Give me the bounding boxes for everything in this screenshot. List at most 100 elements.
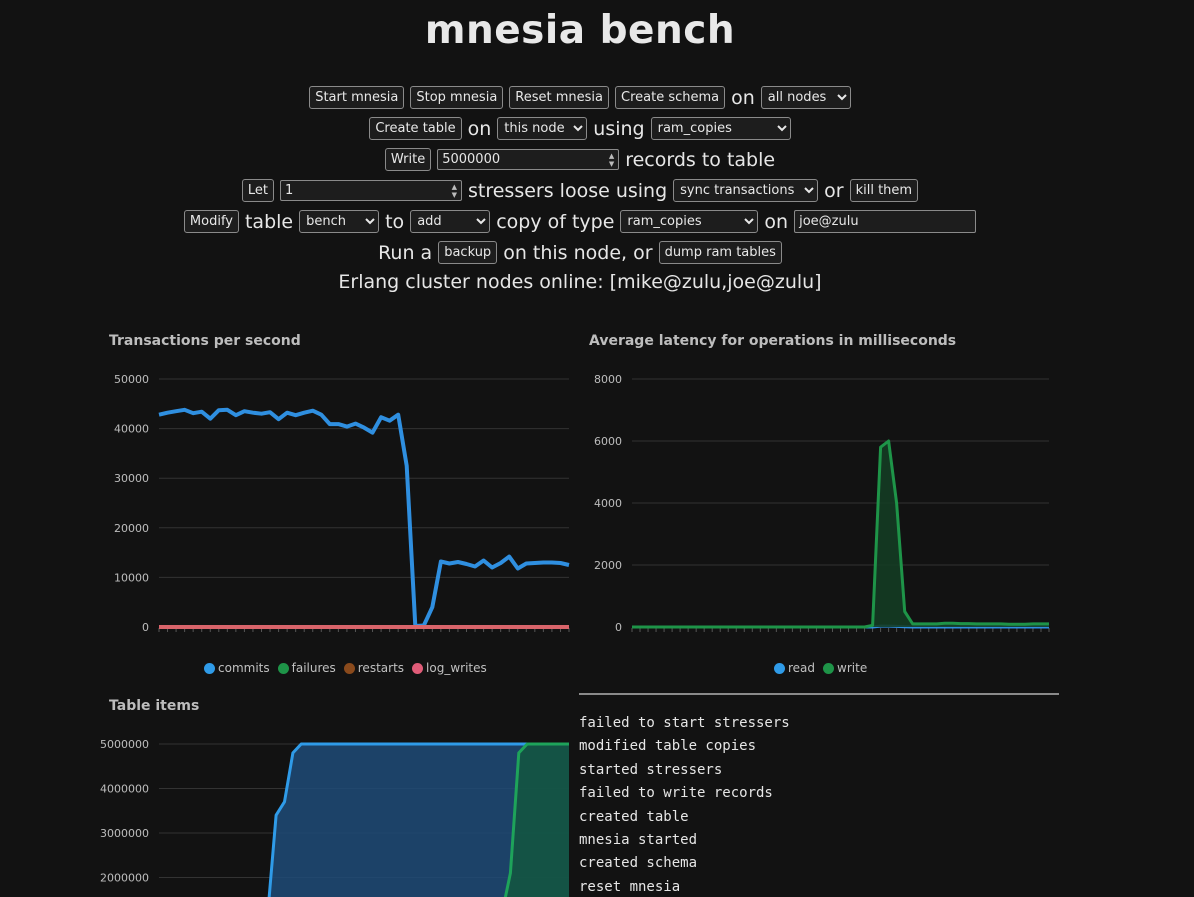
- log-entry: created table: [579, 808, 689, 825]
- stop-mnesia-button[interactable]: Stop mnesia: [410, 86, 504, 109]
- legend-label: log_writes: [426, 661, 487, 675]
- y-tick-label: 40000: [114, 423, 149, 436]
- copy-type-select[interactable]: ram_copies: [620, 210, 759, 233]
- table-label: table: [244, 210, 294, 233]
- records-label: records to table: [625, 148, 776, 171]
- log-entry: created schema: [579, 855, 698, 872]
- legend-dot-icon: [277, 662, 289, 674]
- y-tick-label: 0: [142, 621, 149, 634]
- legend-dot-icon: [774, 662, 785, 674]
- on-label: on: [764, 210, 789, 233]
- y-tick-label: 20000: [114, 522, 149, 535]
- y-tick-label: 5000000: [100, 738, 149, 751]
- node-select[interactable]: this node: [497, 117, 588, 140]
- series-line-write: [632, 439, 1049, 629]
- y-tick-label: 2000: [594, 559, 622, 572]
- log-entry: started stressers: [579, 761, 723, 778]
- stress-mode-select[interactable]: sync transactions: [673, 179, 819, 202]
- items-chart: 2000000 3000000 4000000 5000000: [100, 738, 569, 897]
- y-tick-label: 2000000: [100, 872, 149, 885]
- legend-label: read: [788, 661, 816, 675]
- latency-chart-title: Average latency for operations in millis…: [589, 333, 957, 349]
- copy-type-label: copy of type: [496, 210, 615, 233]
- node-name-input[interactable]: joe@zulu: [794, 210, 977, 233]
- stressers-input[interactable]: 1 ▲ ▼: [280, 180, 462, 201]
- cluster-status-row: Erlang cluster nodes online: [mike@zulu,…: [0, 271, 1160, 293]
- control-row-create-table: Create table on this node using ram_copi…: [0, 117, 1160, 140]
- legend-item-failures[interactable]: failures: [277, 661, 336, 675]
- page: mnesia bench Start mnesia Stop mnesia Re…: [0, 0, 1194, 897]
- latency-legend: read write: [774, 661, 867, 675]
- y-tick-label: 30000: [114, 472, 149, 485]
- y-tick-label: 4000: [594, 497, 622, 510]
- write-button[interactable]: Write: [384, 148, 432, 171]
- legend-dot-icon: [343, 662, 355, 674]
- log-entry: mnesia started: [579, 831, 698, 848]
- to-label: to: [385, 210, 405, 233]
- y-tick-label: 50000: [114, 373, 149, 386]
- copy-action-select[interactable]: add: [410, 210, 491, 233]
- tps-chart-title: Transactions per second: [109, 333, 301, 349]
- run-label: Run a: [378, 241, 433, 264]
- legend-dot-icon: [204, 662, 215, 674]
- table-type-select[interactable]: ram_copies: [650, 117, 791, 140]
- legend-item-commits[interactable]: commits: [204, 661, 270, 675]
- kill-them-button[interactable]: kill them: [849, 179, 919, 202]
- dump-ram-tables-button[interactable]: dump ram tables: [658, 241, 782, 264]
- control-row-stressers: Let 1 ▲ ▼ stressers loose using sync tran…: [0, 179, 1160, 202]
- tps-chart: 0 10000 20000 30000 40000 50000: [114, 373, 570, 634]
- using-label: using: [593, 117, 645, 140]
- this-node-label: on this node, or: [503, 241, 653, 264]
- reset-mnesia-button[interactable]: Reset mnesia: [509, 86, 609, 109]
- backup-button[interactable]: backup: [438, 241, 498, 264]
- legend-item-restarts[interactable]: restarts: [343, 661, 405, 675]
- y-tick-label: 10000: [114, 571, 149, 584]
- nodes-select[interactable]: all nodes: [760, 86, 851, 109]
- y-tick-label: 0: [615, 621, 622, 634]
- legend-item-read[interactable]: read: [774, 661, 815, 675]
- stepper-icon[interactable]: ▲ ▼: [609, 152, 614, 168]
- table-select[interactable]: bench: [299, 210, 380, 233]
- log-entry: modified table copies: [579, 738, 757, 755]
- on-label: on: [731, 86, 755, 109]
- event-log: failed to start stressers modified table …: [579, 693, 1059, 897]
- node-name-value: joe@zulu: [799, 214, 859, 229]
- stressers-label: stressers loose using: [468, 179, 668, 202]
- cluster-nodes-text: Erlang cluster nodes online: [mike@zulu,…: [338, 271, 822, 293]
- start-mnesia-button[interactable]: Start mnesia: [309, 86, 405, 109]
- on-label: on: [467, 117, 492, 140]
- stressers-value: 1: [285, 183, 294, 198]
- legend-dot-icon: [412, 662, 424, 674]
- y-tick-label: 3000000: [100, 827, 149, 840]
- series-area-write: [632, 441, 1049, 627]
- series-line-commits: [158, 407, 570, 628]
- control-row-modify: Modify table bench to add copy of type r…: [0, 210, 1160, 233]
- y-tick-label: 6000: [594, 435, 622, 448]
- legend-dot-icon: [823, 662, 835, 674]
- records-input[interactable]: 5000000 ▲ ▼: [437, 149, 620, 170]
- create-schema-button[interactable]: Create schema: [615, 86, 726, 109]
- legend-label: commits: [218, 661, 270, 675]
- tps-legend: commits failures restarts log_writes: [204, 661, 487, 675]
- records-value: 5000000: [442, 152, 501, 167]
- log-entry: reset mnesia: [579, 878, 681, 895]
- stepper-icon[interactable]: ▲ ▼: [452, 183, 457, 199]
- log-entry: failed to write records: [579, 785, 773, 802]
- or-label: or: [824, 179, 844, 202]
- items-chart-title: Table items: [109, 698, 200, 714]
- control-row-backup: Run a backup on this node, or dump ram t…: [0, 241, 1160, 264]
- control-row-write: Write 5000000 ▲ ▼ records to table: [0, 148, 1160, 171]
- page-title: mnesia bench: [424, 8, 736, 53]
- y-tick-label: 8000: [594, 373, 622, 386]
- log-entry: failed to start stressers: [579, 715, 790, 731]
- legend-item-write[interactable]: write: [823, 661, 867, 675]
- control-row-mnesia: Start mnesia Stop mnesia Reset mnesia Cr…: [0, 86, 1160, 109]
- y-tick-label: 4000000: [100, 783, 149, 796]
- modify-button[interactable]: Modify: [183, 210, 239, 233]
- legend-label: restarts: [357, 661, 405, 675]
- legend-label: write: [837, 661, 868, 675]
- create-table-button[interactable]: Create table: [369, 117, 462, 140]
- let-button[interactable]: Let: [241, 179, 274, 202]
- legend-item-log_writes[interactable]: log_writes: [412, 661, 487, 675]
- legend-label: failures: [291, 661, 336, 675]
